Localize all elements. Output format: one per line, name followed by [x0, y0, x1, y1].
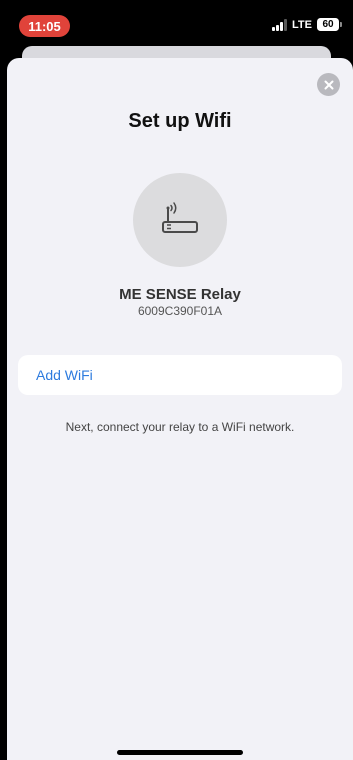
battery-level: 60: [322, 19, 334, 30]
device-serial: 6009C390F01A: [137, 304, 223, 318]
status-bar: 11:05 LTE 60: [0, 0, 353, 44]
close-button[interactable]: [317, 73, 340, 96]
device-name: ME SENSE Relay: [119, 286, 241, 303]
add-wifi-button[interactable]: Add WiFi: [18, 355, 342, 395]
close-icon: [324, 80, 333, 89]
cellular-signal-icon: [272, 18, 288, 31]
router-icon: [162, 202, 198, 233]
add-wifi-label: Add WiFi: [36, 367, 93, 383]
status-indicators: LTE 60: [272, 18, 342, 31]
network-type: LTE: [292, 18, 312, 31]
setup-wifi-sheet: Set up Wifi ME SENSE Relay 6009C390F01A …: [7, 58, 353, 760]
status-time: 11:05: [28, 18, 61, 34]
page-title: Set up Wifi: [128, 110, 232, 132]
device-avatar: [133, 173, 227, 267]
hint-text: Next, connect your relay to a WiFi netwo…: [65, 420, 295, 434]
time-pill[interactable]: 11:05: [19, 15, 70, 37]
battery-icon: 60: [317, 18, 342, 31]
home-indicator[interactable]: [117, 750, 243, 755]
